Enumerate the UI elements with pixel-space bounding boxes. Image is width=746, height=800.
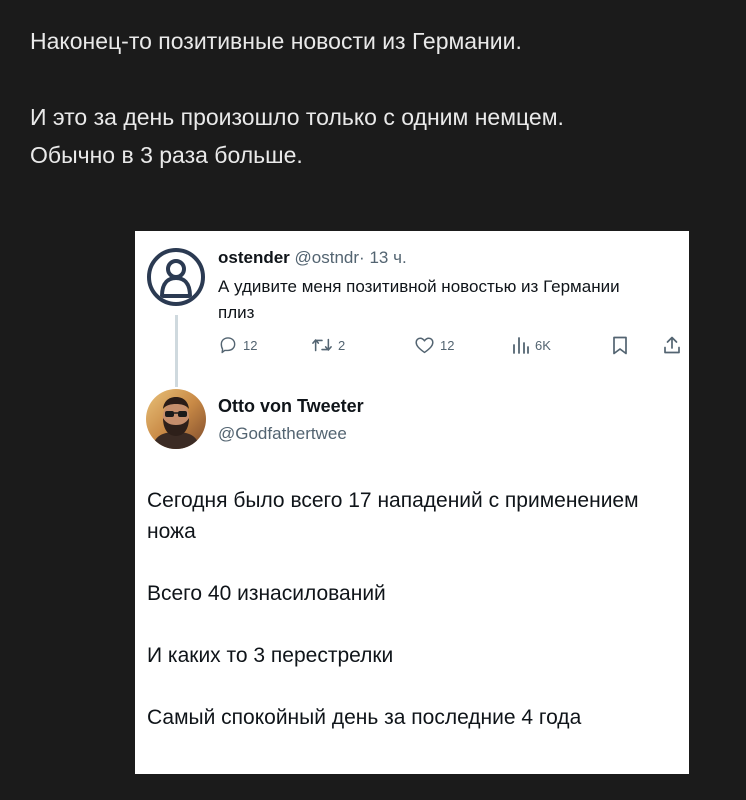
reply-count: 12	[243, 337, 258, 353]
default-avatar[interactable]	[147, 248, 205, 306]
bearded-man-avatar-icon	[146, 389, 206, 449]
like-count: 12	[440, 337, 455, 353]
main-tweet-paragraph: Сегодня было всего 17 нападений с примен…	[147, 489, 639, 543]
main-tweet-paragraph: Всего 40 изнасилований	[147, 582, 386, 605]
like-button[interactable]: 12	[414, 335, 454, 355]
main-tweet-paragraph: Самый спокойный день за последние 4 года	[147, 706, 582, 729]
main-author-handle[interactable]: @Godfathertwee	[218, 424, 347, 444]
reply-button[interactable]: 12	[218, 335, 257, 355]
reply-tweet-text: А удивите меня позитивной новостью из Ге…	[218, 277, 620, 322]
views-button[interactable]: 6K	[512, 335, 551, 355]
default-profile-icon	[160, 259, 192, 298]
main-tweet-text: Сегодня было всего 17 нападений с примен…	[147, 485, 667, 733]
bookmark-button[interactable]	[611, 335, 629, 355]
share-icon	[664, 336, 680, 354]
like-icon	[415, 337, 434, 354]
post-text: Наконец-то позитивные новости из Германи…	[30, 22, 730, 174]
author-avatar[interactable]	[146, 389, 206, 449]
reply-icon	[220, 337, 236, 354]
bookmark-icon	[613, 336, 627, 355]
reply-tweet-header: ostender @ostndr· 13 ч.	[218, 246, 407, 270]
reply-author-handle[interactable]: @ostndr	[295, 248, 360, 267]
reply-author-name[interactable]: ostender	[218, 248, 290, 267]
post-line-2: И это за день произошло только с одним н…	[30, 104, 564, 130]
retweet-count: 2	[338, 337, 346, 353]
main-tweet-paragraph: И каких то 3 перестрелки	[147, 644, 394, 667]
retweet-button[interactable]: 2	[311, 335, 345, 355]
main-author-name[interactable]: Otto von Tweeter	[218, 396, 364, 417]
views-icon	[513, 337, 529, 354]
post-line-3: Обычно в 3 раза больше.	[30, 142, 303, 168]
post-line-1: Наконец-то позитивные новости из Германи…	[30, 28, 522, 54]
reply-tweet-actions: 12 2 12 6K	[218, 335, 681, 361]
header-separator: ·	[359, 248, 365, 267]
thread-line	[175, 315, 178, 387]
retweet-icon	[312, 338, 332, 352]
tweet-screenshot[interactable]: ostender @ostndr· 13 ч. А удивите меня п…	[135, 231, 689, 774]
share-button[interactable]	[663, 335, 681, 355]
view-count: 6K	[535, 337, 551, 353]
reply-timestamp[interactable]: 13 ч.	[369, 248, 406, 267]
